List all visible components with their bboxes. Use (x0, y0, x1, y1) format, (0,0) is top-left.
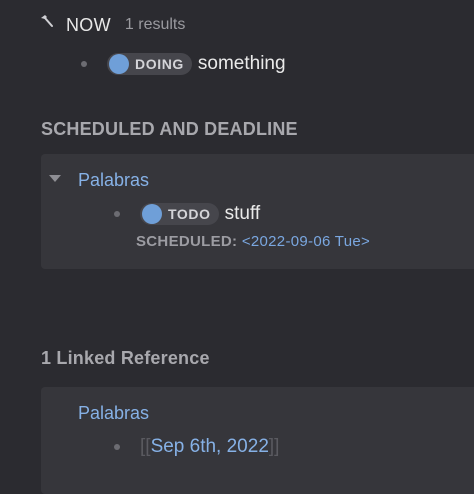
scheduled-page-link[interactable]: Palabras (78, 170, 149, 191)
scheduled-property: SCHEDULED: <2022-09-06 Tue> (136, 233, 370, 250)
block-content[interactable]: something (198, 53, 286, 75)
now-query-header[interactable]: NOW 1 results (40, 12, 185, 38)
now-results-count: 1 results (124, 16, 186, 33)
date-page-reference[interactable]: Sep 6th, 2022 (151, 436, 269, 458)
scheduled-date[interactable]: <2022-09-06 Tue> (242, 233, 370, 250)
collapse-triangle-icon[interactable] (49, 175, 61, 182)
todo-marker[interactable]: TODO (140, 203, 219, 225)
marker-toggle-icon[interactable] (109, 54, 129, 74)
ref-close-bracket: ]] (268, 436, 280, 457)
scheduled-block[interactable]: TODO stuff (114, 201, 260, 227)
now-block[interactable]: DOING something (81, 51, 286, 77)
marker-label: TODO (168, 206, 211, 222)
block-bullet[interactable] (114, 444, 120, 450)
scheduled-label: SCHEDULED: (136, 233, 238, 250)
hammer-icon (40, 14, 54, 28)
linked-page-link[interactable]: Palabras (78, 403, 149, 424)
doing-marker[interactable]: DOING (107, 53, 192, 75)
block-content[interactable]: stuff (225, 203, 261, 225)
now-query-title: NOW (66, 14, 111, 35)
ref-open-bracket: [[ (140, 436, 151, 457)
block-bullet[interactable] (114, 211, 120, 217)
marker-toggle-icon[interactable] (142, 204, 162, 224)
scheduled-section-heading[interactable]: SCHEDULED AND DEADLINE (41, 119, 298, 140)
block-bullet[interactable] (81, 61, 87, 67)
linked-block[interactable]: [[ Sep 6th, 2022 ]] (114, 434, 279, 460)
linked-references-heading[interactable]: 1 Linked Reference (41, 348, 210, 369)
marker-label: DOING (135, 56, 184, 72)
journal-page: NOW 1 results DOING something SCHEDULED … (0, 0, 474, 494)
